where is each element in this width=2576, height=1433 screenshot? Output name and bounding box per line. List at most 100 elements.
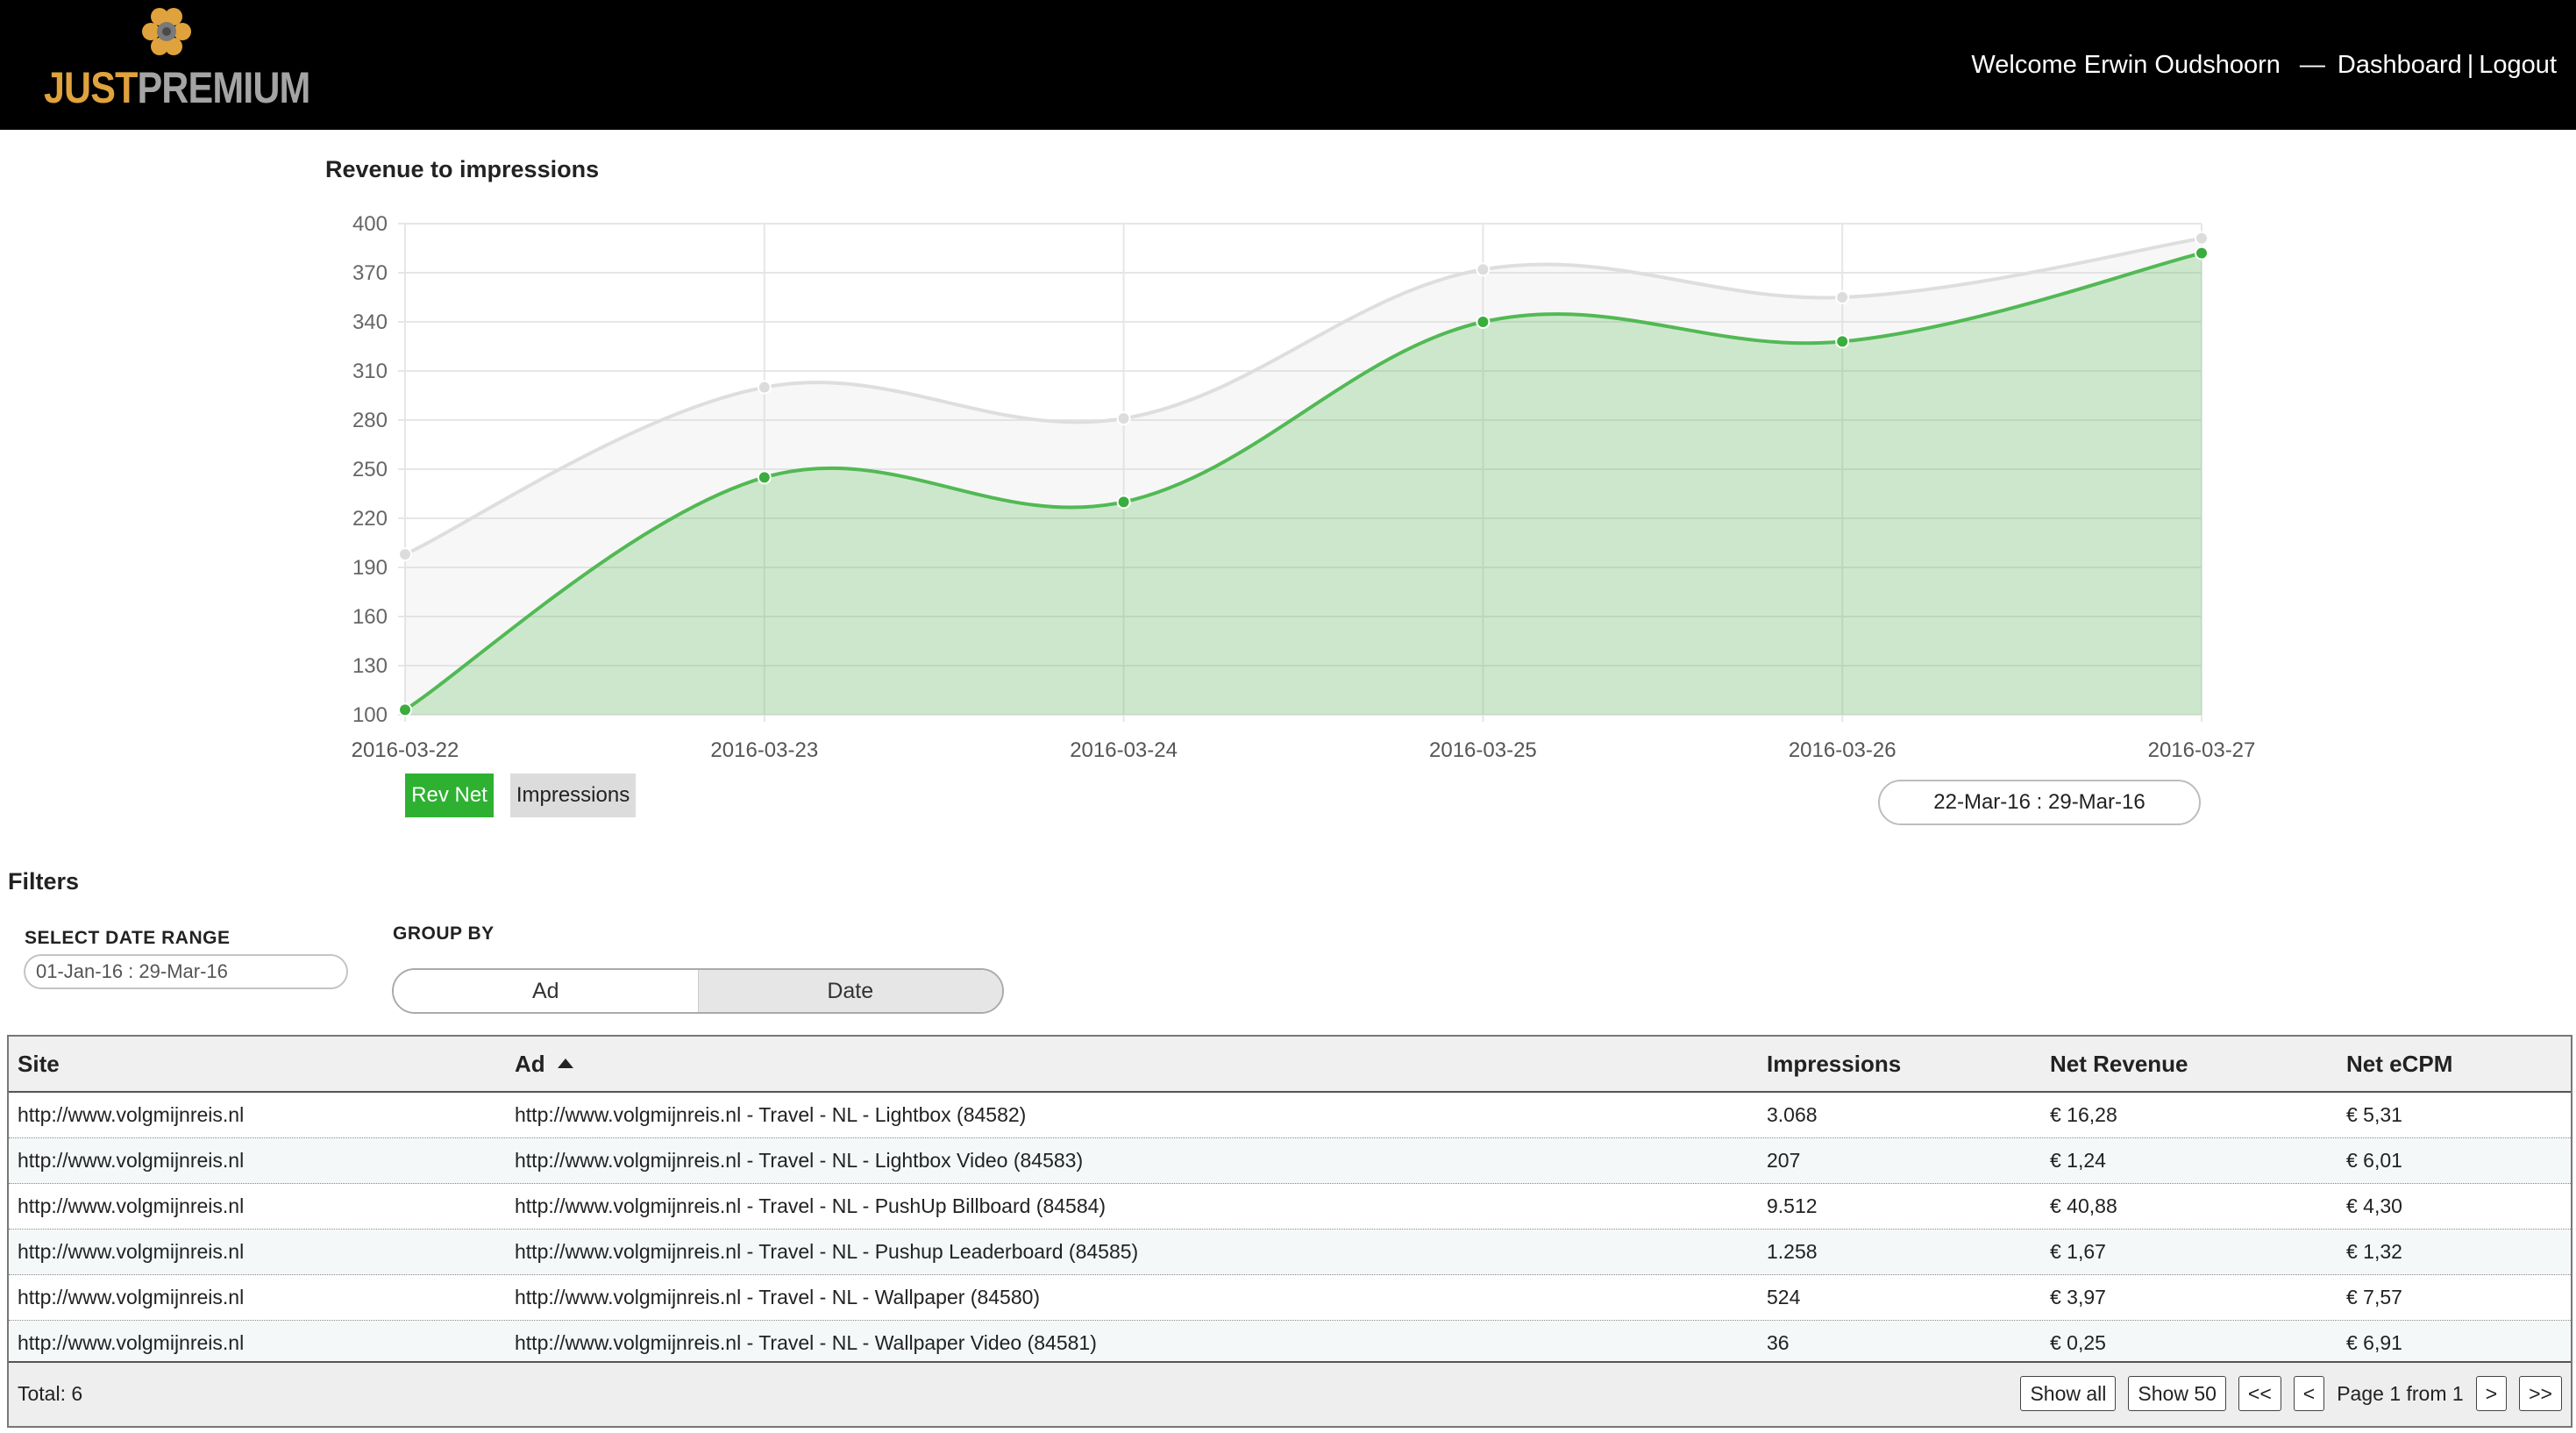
chart-title: Revenue to impressions [325,156,600,182]
group-by-date-option[interactable]: Date [697,970,1002,1012]
y-tick-label: 190 [352,556,388,580]
logo-flower-icon [142,8,191,55]
data-point-impressions[interactable] [1835,290,1850,304]
x-tick-label: 2016-03-25 [1429,738,1537,762]
cell-net-revenue: € 40,88 [2050,1194,2117,1217]
table-row[interactable]: http://www.volgmijnreis.nl http://www.vol… [9,1093,2571,1138]
data-point-impressions[interactable] [398,547,412,562]
cell-ad: http://www.volgmijnreis.nl - Travel - NL… [515,1286,1041,1308]
date-range-input[interactable] [24,954,348,989]
brand-logo[interactable]: JUSTPREMIUM [44,7,310,112]
y-tick-label: 310 [352,360,388,383]
cell-impressions: 9.512 [1767,1194,1818,1217]
column-header-impressions[interactable]: Impressions [1767,1037,1901,1091]
cell-site: http://www.volgmijnreis.nl [18,1286,245,1308]
x-tick-label: 2016-03-22 [352,738,459,762]
welcome-text: Welcome Erwin Oudshoorn [1971,51,2281,79]
table-row[interactable]: http://www.volgmijnreis.nl http://www.vol… [9,1138,2571,1184]
cell-ad: http://www.volgmijnreis.nl - Travel - NL… [515,1194,1107,1217]
cell-net-revenue: € 0,25 [2050,1331,2106,1354]
x-tick-label: 2016-03-23 [710,738,818,762]
prev-page-button[interactable]: < [2293,1376,2325,1411]
group-by-toggle: Ad Date [392,968,1004,1014]
group-by-ad-option[interactable]: Ad [394,970,698,1012]
data-point-impressions[interactable] [1476,262,1491,277]
x-tick-label: 2016-03-27 [2148,738,2256,762]
data-point-rev-net[interactable] [757,470,772,485]
column-header-ad[interactable]: Ad [515,1037,573,1091]
table-row[interactable]: http://www.volgmijnreis.nl http://www.vol… [9,1184,2571,1230]
y-tick-label: 370 [352,261,388,285]
table-row[interactable]: http://www.volgmijnreis.nl http://www.vol… [9,1321,2571,1366]
cell-impressions: 1.258 [1767,1240,1818,1263]
table-body: http://www.volgmijnreis.nl http://www.vol… [9,1093,2571,1366]
results-table: Site Ad Impressions Net Revenue Net eCPM… [7,1035,2572,1428]
column-header-net-ecpm[interactable]: Net eCPM [2346,1037,2452,1091]
legend-rev-net-button[interactable]: Rev Net [405,774,494,817]
data-point-rev-net[interactable] [1476,315,1491,329]
cell-impressions: 524 [1767,1286,1801,1308]
pagination: Show all Show 50 << < Page 1 from 1 > >> [2008,1376,2562,1411]
x-tick-label: 2016-03-24 [1070,738,1178,762]
cell-site: http://www.volgmijnreis.nl [18,1240,245,1263]
cell-site: http://www.volgmijnreis.nl [18,1194,245,1217]
legend-impressions-button[interactable]: Impressions [510,774,636,817]
y-tick-label: 130 [352,654,388,678]
cell-site: http://www.volgmijnreis.nl [18,1331,245,1354]
cell-site: http://www.volgmijnreis.nl [18,1103,245,1126]
y-tick-label: 340 [352,310,388,334]
separator: — [2299,51,2325,79]
first-page-button[interactable]: << [2238,1376,2281,1411]
cell-ad: http://www.volgmijnreis.nl - Travel - NL… [515,1149,1084,1172]
logo-wordmark: JUSTPREMIUM [44,63,310,112]
cell-net-revenue: € 16,28 [2050,1103,2117,1126]
y-tick-label: 250 [352,458,388,481]
next-page-button[interactable]: > [2475,1376,2508,1411]
data-point-impressions[interactable] [1116,411,1131,426]
y-tick-label: 160 [352,605,388,629]
data-point-rev-net[interactable] [2195,246,2209,260]
y-tick-label: 100 [352,703,388,727]
cell-ad: http://www.volgmijnreis.nl - Travel - NL… [515,1240,1139,1263]
y-tick-label: 400 [352,212,388,236]
total-count: Total: 6 [18,1382,83,1405]
top-bar: JUSTPREMIUM Welcome Erwin Oudshoorn — Dash… [0,0,2576,130]
cell-impressions: 3.068 [1767,1103,1818,1126]
data-point-impressions[interactable] [757,380,772,395]
cell-impressions: 36 [1767,1331,1790,1354]
data-point-rev-net[interactable] [1116,495,1131,510]
cell-net-revenue: € 3,97 [2050,1286,2106,1308]
show-all-button[interactable]: Show all [2020,1376,2117,1411]
y-tick-label: 280 [352,409,388,432]
table-header: Site Ad Impressions Net Revenue Net eCPM [9,1037,2571,1093]
cell-net-ecpm: € 4,30 [2346,1194,2402,1217]
column-header-site[interactable]: Site [18,1037,60,1091]
page-info: Page 1 from 1 [2337,1381,2464,1405]
table-row[interactable]: http://www.volgmijnreis.nl http://www.vol… [9,1230,2571,1275]
cell-net-revenue: € 1,67 [2050,1240,2106,1263]
show-50-button[interactable]: Show 50 [2128,1376,2226,1411]
user-bar: Welcome Erwin Oudshoorn — Dashboard | Logout [1971,46,2557,84]
data-point-impressions[interactable] [2195,231,2209,246]
filters-heading: Filters [8,868,80,895]
cell-impressions: 207 [1767,1149,1801,1172]
y-tick-label: 220 [352,507,388,531]
last-page-button[interactable]: >> [2519,1376,2562,1411]
chart-date-range-picker[interactable]: 22-Mar-16 : 29-Mar-16 [1878,780,2201,825]
column-header-net-revenue[interactable]: Net Revenue [2050,1037,2188,1091]
data-point-rev-net[interactable] [1835,334,1850,349]
sort-ascending-icon [557,1058,573,1068]
dashboard-link[interactable]: Dashboard [2338,51,2462,79]
cell-site: http://www.volgmijnreis.nl [18,1149,245,1172]
logout-link[interactable]: Logout [2479,51,2557,79]
cell-net-ecpm: € 6,01 [2346,1149,2402,1172]
cell-net-revenue: € 1,24 [2050,1149,2106,1172]
revenue-chart: 100 130 160 190 220 250 280 310 340 370 400 2016-03… [352,212,2256,762]
table-footer: Total: 6 Show all Show 50 << < Page 1 fr… [9,1361,2571,1426]
cell-ad: http://www.volgmijnreis.nl - Travel - NL… [515,1103,1027,1126]
table-row[interactable]: http://www.volgmijnreis.nl http://www.vol… [9,1275,2571,1321]
data-point-rev-net[interactable] [398,702,412,717]
cell-net-ecpm: € 5,31 [2346,1103,2402,1126]
date-range-label: SELECT DATE RANGE [25,928,231,948]
cell-net-ecpm: € 6,91 [2346,1331,2402,1354]
